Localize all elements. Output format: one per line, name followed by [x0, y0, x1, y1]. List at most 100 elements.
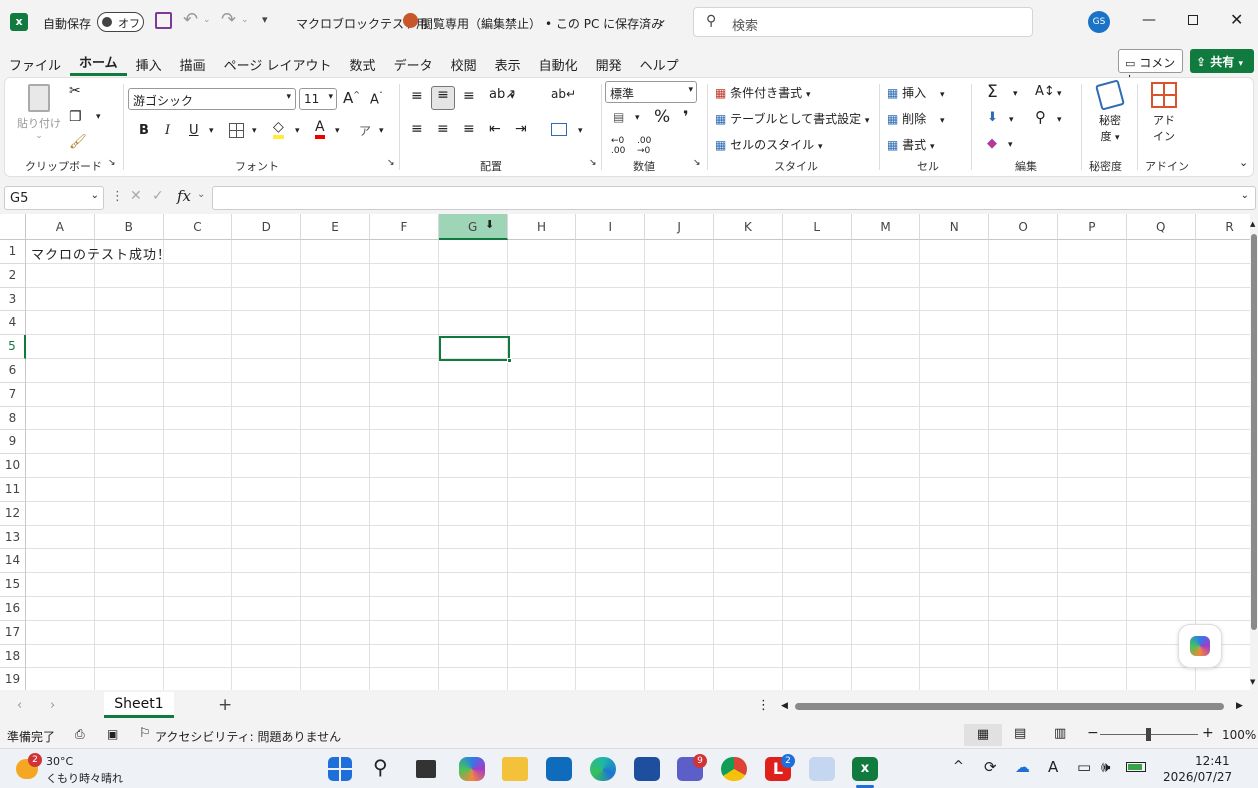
column-header-K[interactable]: K	[714, 214, 783, 240]
align-bottom-icon[interactable]: ≡	[463, 88, 475, 104]
weather-widget[interactable]: 2 30°C くもり時々晴れ	[14, 753, 124, 785]
column-header-G[interactable]: G	[438, 214, 508, 240]
format-painter-icon[interactable]: 🖌	[69, 134, 87, 150]
store-icon[interactable]	[634, 757, 660, 781]
column-header-B[interactable]: B	[94, 214, 164, 240]
row-header-13[interactable]: 13	[0, 525, 26, 550]
row-header-12[interactable]: 12	[0, 501, 26, 526]
insert-function-icon[interactable]: fx	[177, 187, 191, 205]
sort-filter-icon[interactable]: A↕	[1035, 84, 1055, 99]
shrink-font-icon[interactable]: Aˇ	[370, 91, 383, 107]
column-header-F[interactable]: F	[370, 214, 439, 240]
fx-chevron-icon[interactable]: ⌄	[197, 189, 205, 200]
column-header-R[interactable]: R	[1195, 214, 1258, 240]
save-icon[interactable]	[155, 12, 172, 29]
tab-7[interactable]: 校閲	[442, 55, 486, 74]
active-cell-g5[interactable]	[439, 336, 512, 363]
chrome-icon[interactable]	[721, 757, 747, 781]
number-launcher-icon[interactable]: ↘	[693, 158, 701, 168]
column-header-D[interactable]: D	[232, 214, 302, 240]
row-header-5[interactable]: 5	[0, 335, 26, 359]
m365-icon[interactable]	[459, 757, 485, 781]
font-launcher-icon[interactable]: ↘	[387, 158, 395, 168]
redo-dropdown-icon[interactable]: ⌄	[241, 15, 249, 25]
tab-6[interactable]: データ	[385, 55, 442, 74]
underline-dropdown-icon[interactable]: ▾	[209, 126, 214, 136]
comment-button[interactable]: ▭ コメント	[1118, 49, 1183, 87]
edge-icon[interactable]	[590, 757, 616, 781]
enter-icon[interactable]: ✓	[152, 188, 164, 204]
select-all-corner[interactable]	[0, 214, 26, 240]
align-right-icon[interactable]: ≡	[463, 121, 475, 137]
decrease-indent-icon[interactable]: ⇤	[489, 121, 501, 137]
column-header-O[interactable]: O	[989, 214, 1058, 240]
cut-icon[interactable]: ✂	[69, 83, 81, 99]
volume-icon[interactable]: 🕪	[1101, 758, 1110, 776]
zoom-out-icon[interactable]: −	[1087, 725, 1099, 741]
merge-center-icon[interactable]	[551, 123, 567, 136]
cancel-icon[interactable]: ✕	[130, 188, 142, 204]
sensitivity-button[interactable]: 秘密 度 ▾	[1087, 79, 1133, 144]
align-middle-icon[interactable]: ≡	[431, 86, 455, 110]
row-header-9[interactable]: 9	[0, 430, 26, 455]
restore-icon[interactable]	[1188, 15, 1198, 25]
next-sheet-icon[interactable]: ›	[50, 698, 55, 713]
row-header-11[interactable]: 11	[0, 478, 26, 502]
minimize-icon[interactable]: —	[1142, 12, 1156, 28]
accounting-dropdown-icon[interactable]: ▾	[635, 113, 640, 123]
search-box[interactable]: ⚲ 検索	[693, 7, 1033, 37]
task-view-icon[interactable]	[416, 760, 436, 778]
display-icon[interactable]: ▭	[1077, 758, 1091, 776]
close-icon[interactable]: ✕	[1230, 10, 1243, 29]
clear-icon[interactable]: ◆	[987, 136, 997, 151]
column-header-J[interactable]: J	[645, 214, 714, 240]
sort-dropdown-icon[interactable]: ▾	[1057, 89, 1062, 99]
border-dropdown-icon[interactable]: ▾	[252, 126, 257, 136]
increase-decimal-icon[interactable]: ←0.00	[611, 136, 625, 156]
percent-button[interactable]: %	[654, 107, 670, 127]
column-header-I[interactable]: I	[576, 214, 646, 240]
row-header-4[interactable]: 4	[0, 311, 26, 336]
alignment-launcher-icon[interactable]: ↘	[589, 158, 597, 168]
comma-icon[interactable]: ❜	[683, 107, 689, 126]
zoom-level[interactable]: 100%	[1222, 728, 1256, 742]
snipping-tool-icon[interactable]	[809, 757, 835, 781]
collapse-ribbon-icon[interactable]: ⌄	[1239, 156, 1248, 169]
find-select-icon[interactable]: ⚲	[1035, 108, 1046, 126]
copy-dropdown-icon[interactable]: ▾	[96, 112, 101, 122]
column-header-Q[interactable]: Q	[1126, 214, 1196, 240]
column-header-P[interactable]: P	[1058, 214, 1127, 240]
font-color-dropdown-icon[interactable]: ▾	[335, 126, 340, 136]
find-dropdown-icon[interactable]: ▾	[1057, 115, 1062, 125]
vertical-scrollbar[interactable]: ▲ ▼	[1250, 214, 1258, 690]
autosum-dropdown-icon[interactable]: ▾	[1013, 89, 1018, 99]
spreadsheet-grid[interactable]: ABCDEFGHIJKLMNOPQR 1 2 3 4 5 6 7 8 9 10 11 12 13 14 15…	[0, 214, 1258, 690]
vertical-scroll-thumb[interactable]	[1251, 234, 1257, 630]
scroll-left-icon[interactable]: ◀	[781, 701, 788, 711]
format-as-table-button[interactable]: ▦ テーブルとして書式設定 ▾	[715, 110, 869, 127]
fill-dropdown-icon[interactable]: ▾	[295, 126, 300, 136]
more-icon[interactable]: ⋮	[111, 189, 124, 204]
border-icon[interactable]	[229, 123, 244, 138]
delete-cells-button[interactable]: ▦ 削除 ▾	[887, 110, 945, 127]
outlook-icon[interactable]	[546, 757, 572, 781]
onedrive-icon[interactable]: ☁	[1015, 758, 1030, 776]
tab-0[interactable]: ファイル	[0, 55, 70, 74]
row-header-8[interactable]: 8	[0, 406, 26, 431]
ime-icon[interactable]: A	[1048, 758, 1058, 776]
readonly-status[interactable]: 閲覧専用（編集禁止）	[421, 15, 541, 32]
wrap-text-icon[interactable]: ab↵	[551, 87, 576, 101]
row-header-7[interactable]: 7	[0, 382, 26, 407]
column-header-A[interactable]: A	[26, 214, 95, 240]
copy-icon[interactable]: ❐	[69, 109, 82, 125]
accounting-icon[interactable]: ▤	[613, 110, 624, 124]
customize-qat-icon[interactable]: ▾	[262, 13, 268, 26]
tab-1[interactable]: ホーム	[70, 52, 127, 76]
row-header-19[interactable]: 19	[0, 668, 26, 690]
fill-icon[interactable]: ⬇	[987, 110, 998, 125]
align-left-icon[interactable]: ≡	[411, 121, 423, 137]
align-center-icon[interactable]: ≡	[437, 121, 449, 137]
column-header-L[interactable]: L	[782, 214, 852, 240]
undo-icon[interactable]: ↶	[183, 9, 198, 30]
paste-button[interactable]: 貼り付け ⌄	[17, 84, 61, 146]
